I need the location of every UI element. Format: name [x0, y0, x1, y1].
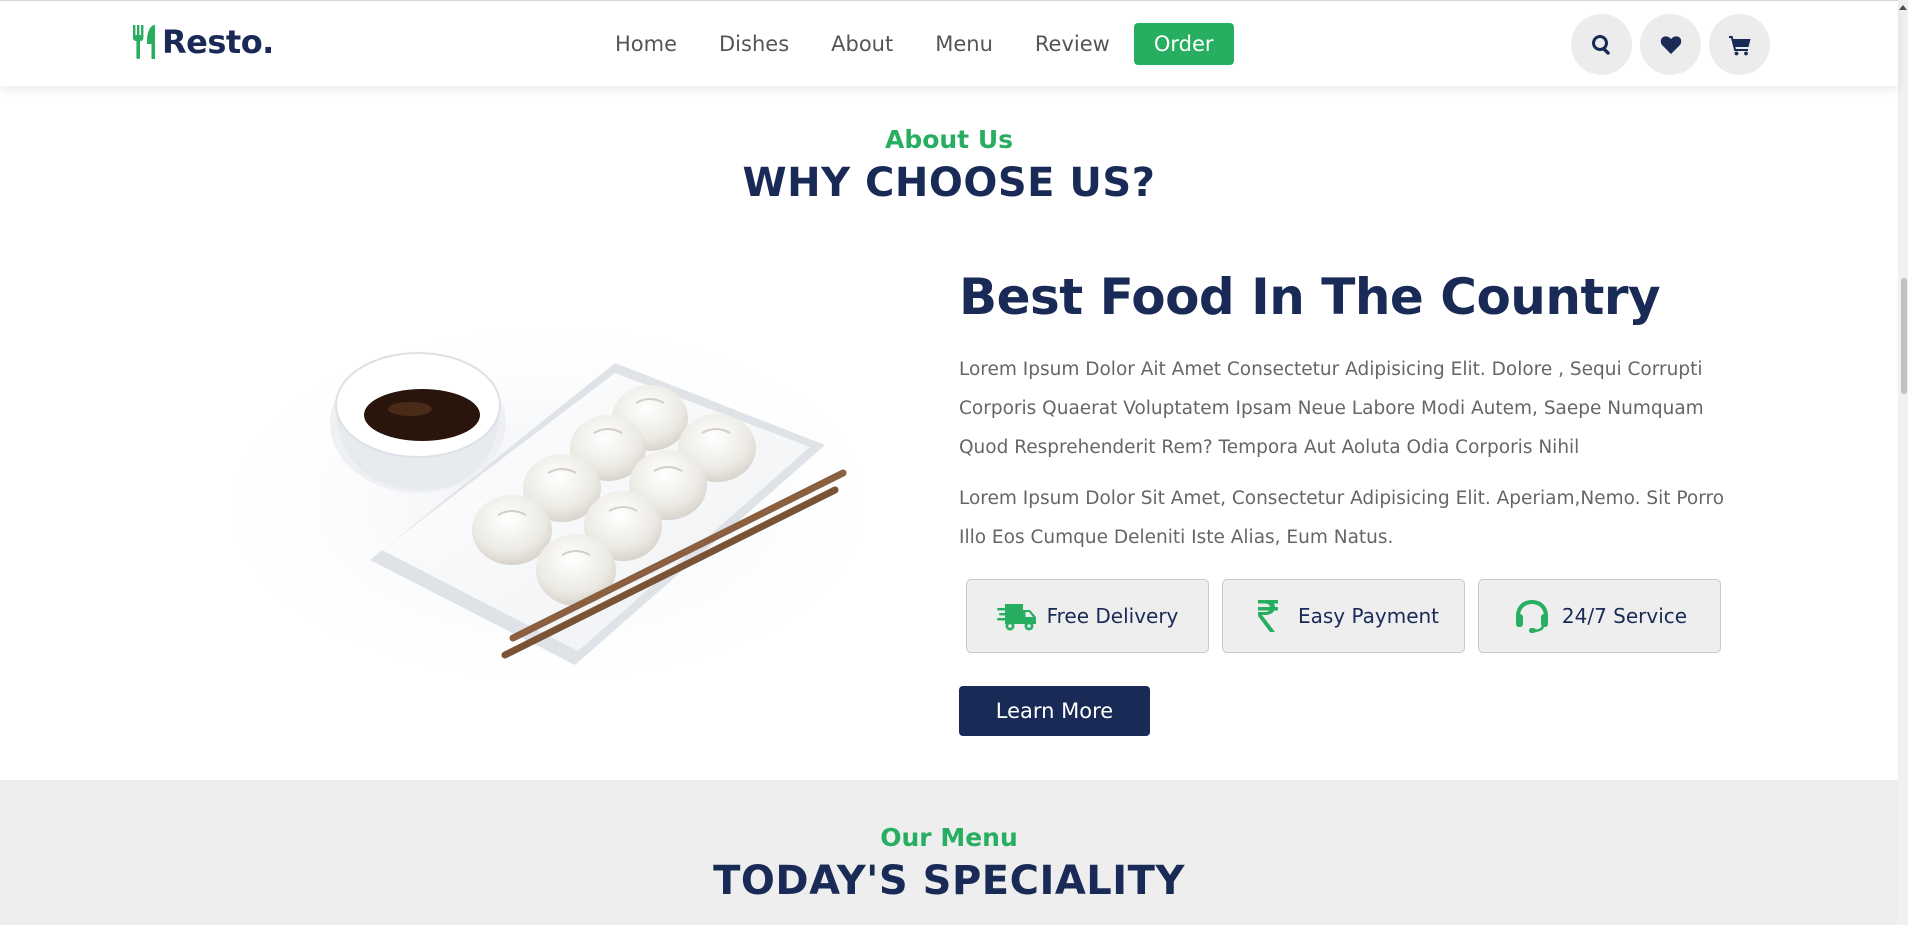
main-nav: Home Dishes About Menu Review Order — [600, 23, 1234, 65]
header-icons — [1571, 14, 1770, 75]
headset-icon — [1515, 600, 1548, 633]
site-header: Resto. Home Dishes About Menu Review Ord… — [0, 0, 1898, 86]
order-button[interactable]: Order — [1133, 23, 1234, 65]
feature-label: Free Delivery — [1046, 604, 1179, 628]
menu-heading: TODAY'S SPECIALITY — [713, 858, 1185, 904]
utensils-icon — [133, 25, 155, 59]
about-paragraph-2: Lorem Ipsum Dolor Sit Amet, Consectetur … — [959, 488, 1725, 548]
heart-icon — [1660, 35, 1681, 54]
shipping-fast-icon — [996, 604, 1036, 631]
scroll-up-arrow[interactable] — [1899, 5, 1907, 10]
menu-subheading: Our Menu — [880, 823, 1018, 852]
nav-dishes[interactable]: Dishes — [719, 23, 789, 65]
learn-more-button[interactable]: Learn More — [959, 686, 1150, 736]
rupee-icon — [1257, 600, 1278, 632]
scrollbar-thumb[interactable] — [1901, 278, 1907, 394]
search-button[interactable] — [1571, 14, 1632, 75]
cart-icon — [1728, 35, 1750, 55]
feature-easy-payment: Easy Payment — [1222, 579, 1465, 653]
scrollbar-track[interactable] — [1898, 0, 1908, 925]
feature-free-delivery: Free Delivery — [966, 579, 1209, 653]
dumplings-image — [160, 235, 940, 750]
favorites-button[interactable] — [1640, 14, 1701, 75]
about-heading: WHY CHOOSE US? — [742, 160, 1156, 206]
search-icon — [1591, 34, 1610, 55]
feature-list: Free Delivery Easy Payment 24/7 Service — [966, 579, 1721, 653]
nav-about[interactable]: About — [831, 23, 893, 65]
about-content: Best Food In The Country Lorem Ipsum Dol… — [959, 262, 1729, 557]
about-title: Best Food In The Country — [959, 268, 1661, 326]
about-subheading: About Us — [884, 125, 1014, 154]
feature-service: 24/7 Service — [1478, 579, 1721, 653]
nav-home[interactable]: Home — [615, 23, 677, 65]
nav-review[interactable]: Review — [1035, 23, 1110, 65]
feature-label: Easy Payment — [1297, 604, 1440, 628]
page: Resto. Home Dishes About Menu Review Ord… — [0, 0, 1908, 925]
about-paragraph-1: Lorem Ipsum Dolor Ait Amet Consectetur A… — [959, 359, 1704, 458]
feature-label: 24/7 Service — [1561, 604, 1688, 628]
cart-button[interactable] — [1709, 14, 1770, 75]
nav-menu[interactable]: Menu — [935, 23, 993, 65]
logo-text: Resto. — [162, 23, 274, 61]
logo[interactable]: Resto. — [132, 23, 274, 61]
